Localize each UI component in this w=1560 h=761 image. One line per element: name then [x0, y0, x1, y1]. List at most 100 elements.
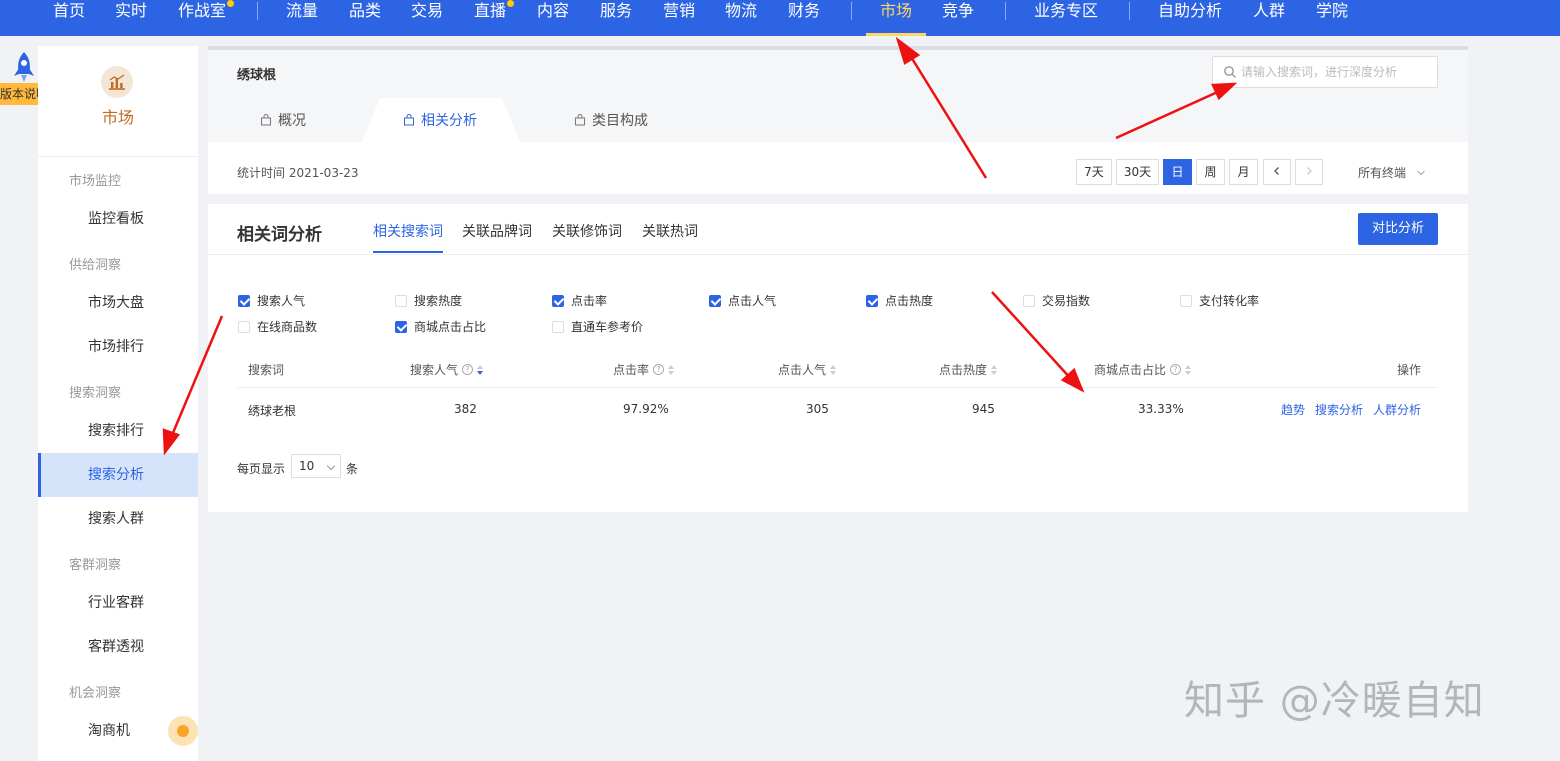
- related-words-card: 相关词分析 相关搜索词 关联品牌词 关联修饰词 关联热词 对比分析 搜索人气 搜…: [208, 204, 1468, 512]
- checkbox-checked[interactable]: [552, 294, 564, 307]
- sidebar-item-market-overview[interactable]: 市场大盘: [38, 281, 198, 325]
- metric-checkbox[interactable]: 点击率: [552, 292, 607, 309]
- metric-checkbox[interactable]: 点击热度: [866, 292, 933, 309]
- sort-icon[interactable]: [830, 364, 837, 375]
- column-label: 点击率: [613, 363, 650, 377]
- checkbox-checked[interactable]: [709, 294, 721, 307]
- sort-icon[interactable]: [668, 364, 675, 375]
- nav-service[interactable]: 服务: [600, 0, 632, 36]
- checkbox[interactable]: [552, 320, 564, 333]
- column-label: 点击热度: [939, 363, 988, 377]
- sidebar-group-label: 机会洞察: [69, 686, 122, 701]
- metric-checkbox[interactable]: 交易指数: [1023, 292, 1090, 309]
- nav-marketing[interactable]: 营销: [663, 0, 695, 36]
- crowd-analysis-link[interactable]: 人群分析: [1373, 401, 1421, 418]
- notification-dot: [507, 0, 514, 7]
- metric-checkbox[interactable]: 支付转化率: [1180, 292, 1259, 309]
- search-input[interactable]: [1241, 61, 1431, 83]
- checkbox[interactable]: [395, 294, 407, 307]
- column-header-mall-click-ratio[interactable]: 商城点击占比?: [1094, 361, 1192, 378]
- metric-checkbox[interactable]: 在线商品数: [238, 318, 317, 335]
- nav-content[interactable]: 内容: [537, 0, 569, 36]
- nav-live[interactable]: 直播: [474, 0, 506, 36]
- tab-category-composition[interactable]: 类目构成: [574, 110, 648, 130]
- nav-active-indicator: [866, 33, 926, 36]
- sidebar-item-search-analysis[interactable]: 搜索分析: [38, 453, 198, 497]
- metric-checkbox[interactable]: 商城点击占比: [395, 318, 486, 335]
- cell-mall-click-ratio: 33.33%: [1138, 402, 1184, 416]
- nav-war-room[interactable]: 作战室: [178, 0, 226, 36]
- sidebar-item-customer-insight[interactable]: 客群透视: [38, 625, 198, 669]
- chevron-down-icon: [326, 461, 336, 471]
- nav-competition[interactable]: 竞争: [942, 0, 974, 36]
- page-size-select[interactable]: 10: [291, 454, 341, 478]
- nav-home[interactable]: 首页: [53, 0, 85, 36]
- nav-trade[interactable]: 交易: [411, 0, 443, 36]
- prev-period-button[interactable]: [1263, 159, 1291, 185]
- column-header-search-popularity[interactable]: 搜索人气?: [410, 361, 484, 378]
- tab-related-brand-words[interactable]: 关联品牌词: [462, 221, 532, 241]
- keyword-search[interactable]: [1212, 56, 1438, 88]
- metric-checkbox[interactable]: 搜索热度: [395, 292, 462, 309]
- checkbox-checked[interactable]: [238, 294, 250, 307]
- period-month-button[interactable]: 月: [1229, 159, 1258, 185]
- nav-crowd[interactable]: 人群: [1253, 0, 1285, 36]
- help-icon[interactable]: ?: [462, 364, 474, 375]
- cell-ctr: 97.92%: [623, 402, 669, 416]
- tab-related-search-words[interactable]: 相关搜索词: [373, 221, 443, 241]
- checkbox-checked[interactable]: [866, 294, 878, 307]
- period-day-button[interactable]: 日: [1163, 159, 1192, 185]
- nav-realtime[interactable]: 实时: [115, 0, 147, 36]
- metric-checkbox[interactable]: 直通车参考价: [552, 318, 643, 335]
- trend-link[interactable]: 趋势: [1281, 401, 1305, 418]
- chevron-right-icon: [1307, 167, 1312, 175]
- column-label: 点击人气: [778, 363, 827, 377]
- tab-related-hot-words[interactable]: 关联热词: [642, 221, 698, 241]
- column-header-click-popularity[interactable]: 点击人气: [778, 361, 837, 378]
- sort-icon[interactable]: [991, 364, 998, 375]
- terminal-select[interactable]: 所有终端: [1358, 164, 1426, 181]
- tab-overview[interactable]: 概况: [260, 110, 306, 130]
- checkbox[interactable]: [1180, 294, 1192, 307]
- sidebar-item-search-ranking[interactable]: 搜索排行: [38, 409, 198, 453]
- sort-icon[interactable]: [1185, 364, 1192, 375]
- sidebar-item-monitor-board[interactable]: 监控看板: [38, 197, 198, 241]
- compare-analysis-button[interactable]: 对比分析: [1358, 213, 1438, 245]
- rocket-icon[interactable]: [8, 50, 40, 84]
- nav-logistics[interactable]: 物流: [725, 0, 757, 36]
- checkbox[interactable]: [238, 320, 250, 333]
- search-analysis-link[interactable]: 搜索分析: [1315, 401, 1363, 418]
- nav-business-zone[interactable]: 业务专区: [1034, 0, 1098, 36]
- top-nav: 首页 实时 作战室 流量 品类 交易 直播 内容 服务 营销 物流 财务 市场 …: [0, 0, 1560, 36]
- sort-icon[interactable]: [477, 364, 484, 375]
- metric-checkbox[interactable]: 点击人气: [709, 292, 776, 309]
- period-7d-button[interactable]: 7天: [1076, 159, 1112, 185]
- period-30d-button[interactable]: 30天: [1116, 159, 1159, 185]
- nav-market[interactable]: 市场: [880, 0, 912, 36]
- tab-related-analysis[interactable]: 相关分析: [403, 110, 477, 130]
- cell-search-popularity: 382: [454, 402, 477, 416]
- column-header-ctr[interactable]: 点击率?: [613, 361, 675, 378]
- checkbox-label: 搜索热度: [414, 294, 463, 308]
- column-header-click-heat[interactable]: 点击热度: [939, 361, 998, 378]
- help-icon[interactable]: ?: [653, 364, 665, 375]
- checkbox[interactable]: [1023, 294, 1035, 307]
- market-logo: [101, 66, 133, 98]
- nav-self-analysis[interactable]: 自助分析: [1158, 0, 1222, 36]
- nav-traffic[interactable]: 流量: [286, 0, 318, 36]
- nav-category[interactable]: 品类: [349, 0, 381, 36]
- sidebar-item-market-ranking[interactable]: 市场排行: [38, 325, 198, 369]
- column-label: 搜索人气: [410, 363, 459, 377]
- checkbox-checked[interactable]: [395, 320, 407, 333]
- help-icon[interactable]: ?: [1170, 364, 1182, 375]
- nav-finance[interactable]: 财务: [788, 0, 820, 36]
- sidebar-item-search-crowd[interactable]: 搜索人群: [38, 497, 198, 541]
- sidebar-group-label: 搜索洞察: [69, 386, 122, 401]
- metric-checkbox[interactable]: 搜索人气: [238, 292, 305, 309]
- assistant-dot[interactable]: [168, 716, 198, 746]
- sidebar-item-industry-customer[interactable]: 行业客群: [38, 581, 198, 625]
- tab-related-modifier-words[interactable]: 关联修饰词: [552, 221, 622, 241]
- nav-academy[interactable]: 学院: [1316, 0, 1348, 36]
- period-week-button[interactable]: 周: [1196, 159, 1225, 185]
- next-period-button[interactable]: [1295, 159, 1323, 185]
